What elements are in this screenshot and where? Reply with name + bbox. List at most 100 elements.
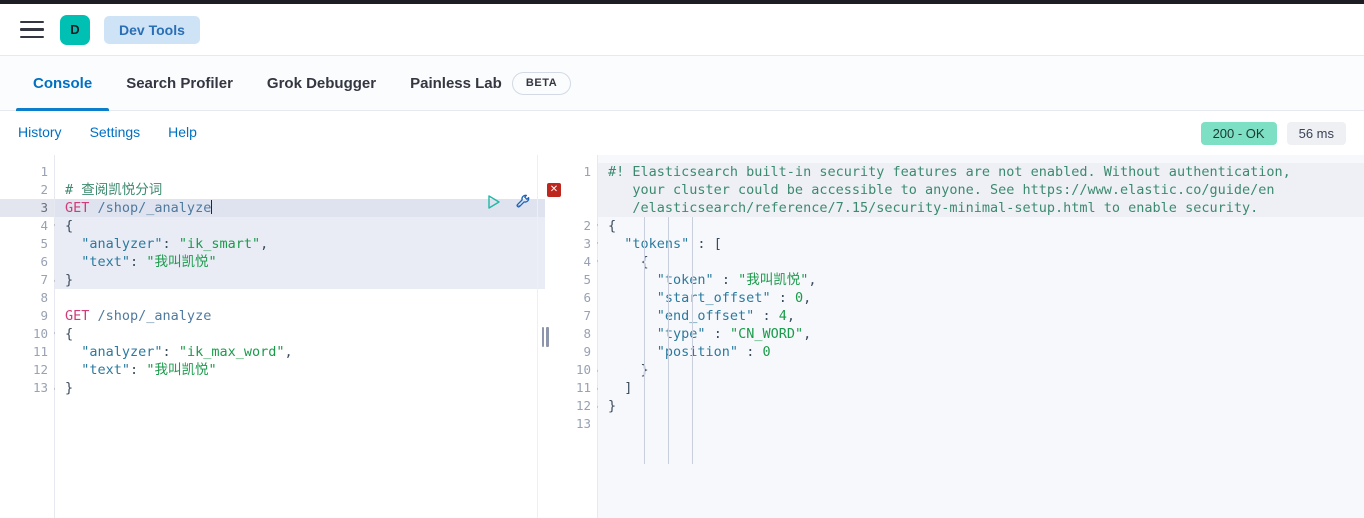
- code-line[interactable]: }: [55, 379, 545, 397]
- line-number: 2▾: [545, 217, 601, 235]
- line-number: 8: [40, 290, 48, 305]
- code-line[interactable]: ]: [598, 379, 1364, 397]
- code-line[interactable]: {: [598, 217, 1364, 235]
- tab-label: Search Profiler: [126, 74, 233, 92]
- pane-resize-handle[interactable]: [539, 155, 551, 518]
- console-link-help[interactable]: Help: [168, 124, 197, 140]
- code-line[interactable]: }: [598, 397, 1364, 415]
- code-token: /shop/_analyze: [97, 200, 212, 216]
- response-pane: 1 ✕ 2▾3▾4▾5 6 7 8 9 10▴11▴12▴13 #! Elasticsearc…: [545, 155, 1364, 518]
- tab-console[interactable]: Console: [16, 56, 110, 111]
- code-line[interactable]: {: [598, 253, 1364, 271]
- code-line[interactable]: "analyzer": "ik_max_word",: [55, 343, 545, 361]
- line-number: 6: [583, 290, 591, 305]
- code-token: /shop/_analyze: [97, 308, 212, 324]
- console-menu-links: History Settings Help: [18, 124, 225, 142]
- tab-label: Painless Lab: [410, 74, 502, 92]
- tab-bar: Console Search Profiler Grok Debugger Painl…: [0, 56, 1364, 111]
- code-line[interactable]: "start_offset" : 0,: [598, 289, 1364, 307]
- code-token: /elasticsearch/reference/7.15/security-m…: [608, 200, 1259, 216]
- code-token: "type": [656, 326, 706, 342]
- code-token: :: [705, 326, 730, 342]
- code-token: 0: [762, 344, 771, 360]
- code-token: :: [713, 272, 739, 288]
- line-number: 10▴: [545, 361, 601, 379]
- hamburger-bar: [20, 20, 44, 24]
- code-token: "我叫凯悦": [738, 272, 809, 288]
- code-line[interactable]: [55, 289, 545, 307]
- tab-search-profiler[interactable]: Search Profiler: [109, 56, 250, 110]
- code-token: }: [65, 380, 74, 396]
- code-line[interactable]: GET /shop/_analyze: [55, 199, 545, 217]
- resize-grip-icon: [541, 326, 549, 347]
- response-code-area[interactable]: #! Elasticsearch built-in security featu…: [598, 155, 1364, 518]
- console-link-history[interactable]: History: [18, 124, 62, 140]
- code-line[interactable]: "position" : 0: [598, 343, 1364, 361]
- breadcrumb[interactable]: Dev Tools: [104, 15, 200, 44]
- code-line[interactable]: "analyzer": "ik_smart",: [55, 235, 545, 253]
- code-token: "token": [656, 272, 714, 288]
- line-number: 1: [583, 164, 591, 179]
- code-token: "analyzer": [81, 236, 163, 252]
- code-token: "ik_max_word": [178, 344, 285, 360]
- hamburger-menu-icon[interactable]: [18, 19, 46, 41]
- code-line[interactable]: }: [598, 361, 1364, 379]
- code-token: 4: [778, 308, 787, 324]
- code-line[interactable]: # 查阅凯悦分词: [55, 181, 545, 199]
- response-gutter[interactable]: 1 ✕ 2▾3▾4▾5 6 7 8 9 10▴11▴12▴13: [545, 155, 601, 518]
- code-token: :: [162, 236, 179, 252]
- request-gutter[interactable]: 1234▾567▴8910▾111213▴: [0, 155, 58, 518]
- line-number: 7▴: [0, 271, 58, 289]
- code-line[interactable]: [598, 415, 1364, 433]
- line-number: 4▾: [545, 253, 601, 271]
- code-token: ,: [803, 290, 812, 306]
- send-request-play-icon[interactable]: [485, 193, 503, 211]
- code-line[interactable]: GET /shop/_analyze: [55, 307, 545, 325]
- line-number: 8: [583, 326, 591, 341]
- response-time-badge: 56 ms: [1286, 121, 1346, 145]
- code-token: {: [65, 326, 74, 342]
- code-line[interactable]: "type" : "CN_WORD",: [598, 325, 1364, 343]
- code-line[interactable]: "tokens" : [: [598, 235, 1364, 253]
- code-token: "start_offset": [656, 290, 771, 306]
- code-line[interactable]: [55, 163, 545, 181]
- code-token: ,: [284, 344, 293, 360]
- code-token: "tokens": [624, 236, 690, 252]
- line-number: 9: [40, 308, 48, 323]
- hamburger-bar: [20, 28, 44, 31]
- code-line[interactable]: {: [55, 325, 545, 343]
- avatar[interactable]: D: [60, 14, 90, 45]
- code-line[interactable]: {: [55, 217, 545, 235]
- line-number: 4▾: [0, 217, 58, 235]
- request-code-area[interactable]: # 查阅凯悦分词 GET /shop/_analyze{ "analyzer": …: [55, 155, 545, 518]
- line-number: 3: [0, 199, 54, 217]
- code-token: "我叫凯悦": [146, 362, 217, 378]
- code-line[interactable]: "token" : "我叫凯悦",: [598, 271, 1364, 289]
- code-line[interactable]: "end_offset" : 4,: [598, 307, 1364, 325]
- code-line[interactable]: "text": "我叫凯悦": [55, 253, 545, 271]
- code-line[interactable]: "text": "我叫凯悦": [55, 361, 545, 379]
- code-line[interactable]: /elasticsearch/reference/7.15/security-m…: [598, 199, 1364, 217]
- code-token: {: [65, 218, 74, 234]
- code-token: #! Elasticsearch built-in security featu…: [608, 164, 1291, 180]
- tab-painless-lab[interactable]: Painless Lab BETA: [393, 56, 588, 110]
- console-link-settings[interactable]: Settings: [90, 124, 141, 140]
- line-number: 11: [32, 344, 48, 359]
- tab-grok-debugger[interactable]: Grok Debugger: [250, 56, 393, 110]
- indent-guide: [692, 217, 693, 464]
- code-token: }: [608, 398, 617, 414]
- wrench-console-menu-icon[interactable]: [515, 193, 533, 211]
- response-status-group: 200 - OK 56 ms: [1200, 121, 1346, 145]
- code-line[interactable]: your cluster could be accessible to anyo…: [598, 181, 1364, 199]
- code-line[interactable]: #! Elasticsearch built-in security featu…: [598, 163, 1364, 181]
- code-line[interactable]: }: [55, 271, 545, 289]
